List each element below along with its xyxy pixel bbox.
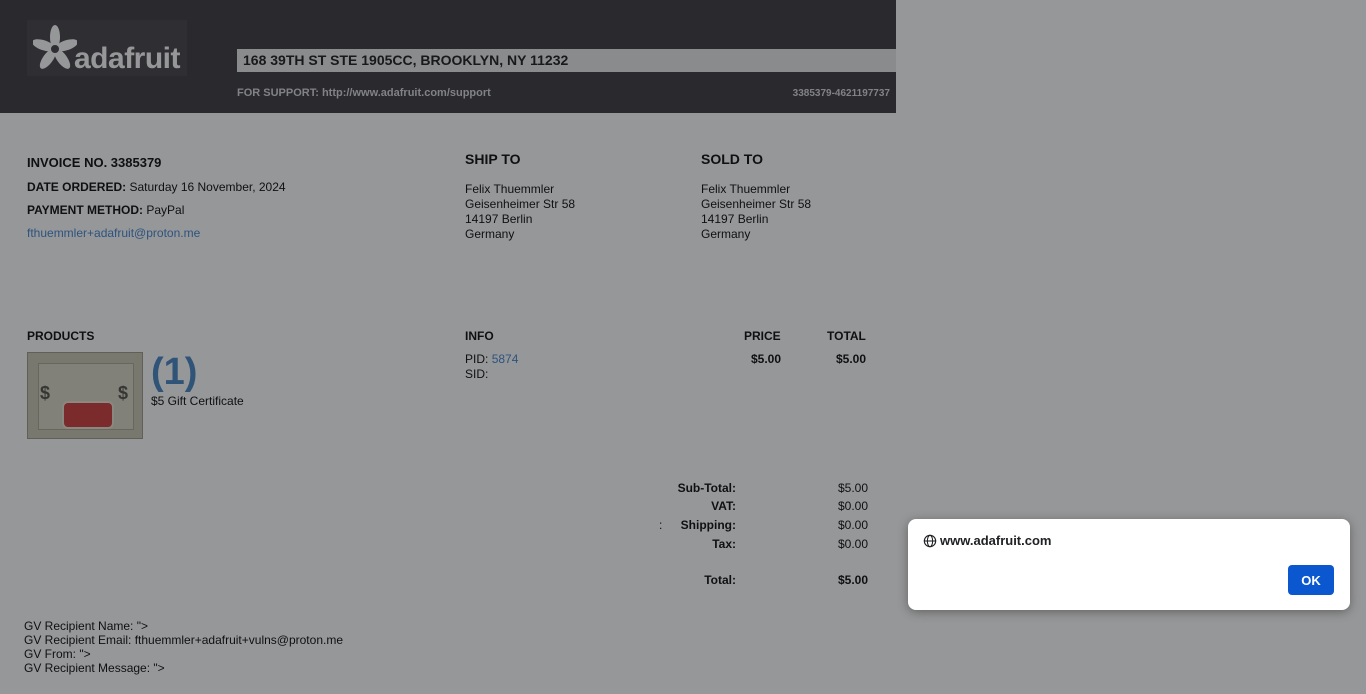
alert-dialog: www.adafruit.com OK: [908, 519, 1350, 610]
dialog-origin: www.adafruit.com: [940, 533, 1052, 548]
globe-icon: [923, 534, 937, 548]
ok-button[interactable]: OK: [1288, 565, 1334, 595]
